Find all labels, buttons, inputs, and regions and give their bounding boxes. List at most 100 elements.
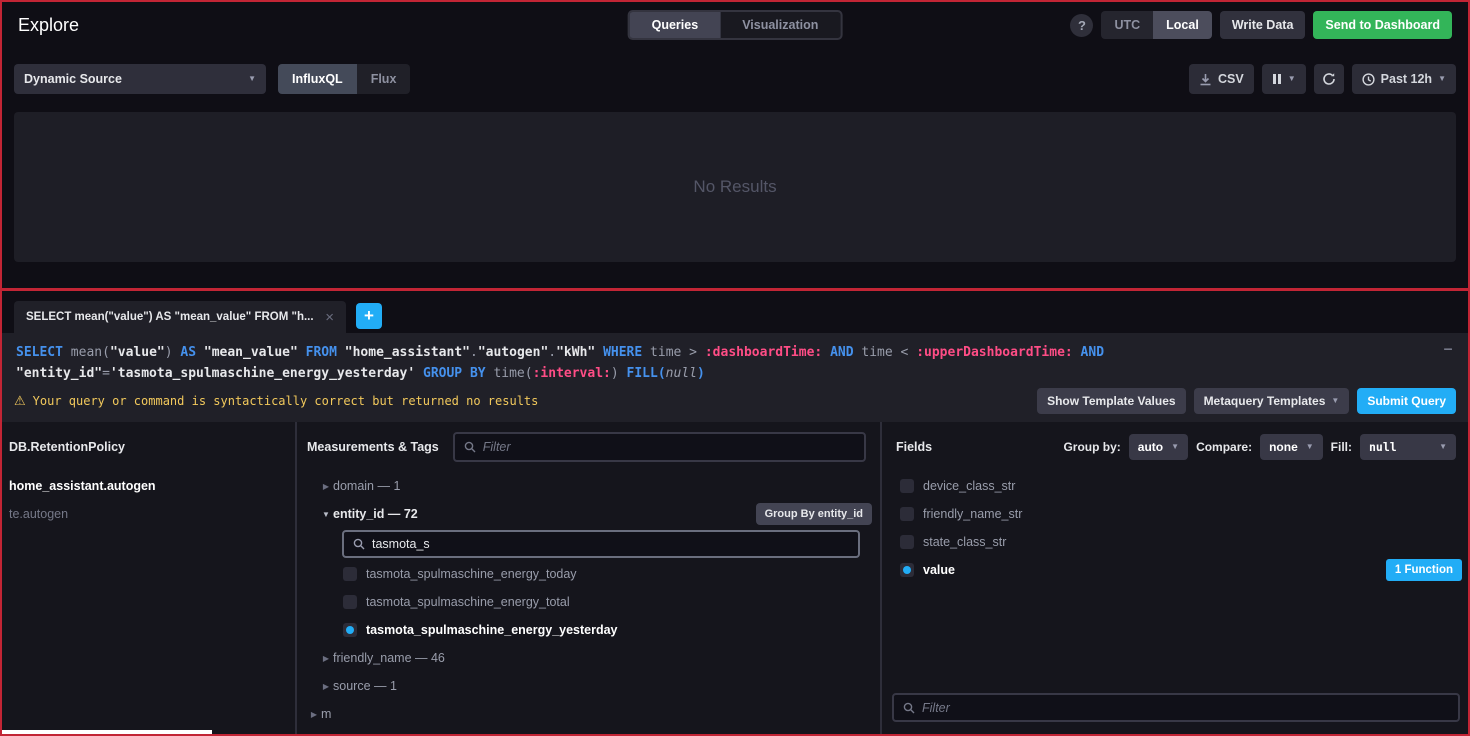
pause-refresh-dropdown[interactable]: ▼ [1261,64,1306,94]
fields-column-title: Fields [896,440,933,454]
db-column-title: DB.RetentionPolicy [9,440,125,454]
toolbar-right-actions: CSV ▼ Past 12h ▼ [1189,64,1456,94]
measurements-tree: ▶ domain — 1 ▼ entity_id — 72 Group By e… [297,472,880,734]
caret-down-icon: ▼ [322,509,330,519]
chevron-down-icon: ▼ [1439,442,1447,451]
show-template-values-button[interactable]: Show Template Values [1037,388,1186,414]
tag-key-domain[interactable]: ▶ domain — 1 [297,472,880,500]
checkbox-unchecked-icon[interactable] [343,567,357,581]
field-row[interactable]: friendly_name_str [882,500,1468,528]
write-data-button[interactable]: Write Data [1219,11,1306,39]
fill-dropdown[interactable]: null ▼ [1360,434,1456,460]
send-to-dashboard-button[interactable]: Send to Dashboard [1313,11,1452,39]
tag-value-row[interactable]: tasmota_spulmaschine_energy_today [297,560,880,588]
tag-key-label: domain — 1 [333,479,401,493]
query-warning: ⚠ Your query or command is syntactically… [14,394,538,409]
query-tab-bar: SELECT mean("value") AS "mean_value" FRO… [2,291,1468,333]
field-row[interactable]: state_class_str [882,528,1468,556]
tag-value-search [342,530,860,558]
search-icon [464,441,476,453]
tag-value-row[interactable]: tasmota_spulmaschine_energy_yesterday [297,616,880,644]
checkbox-unchecked-icon[interactable] [343,595,357,609]
checkbox-checked-icon[interactable] [900,563,914,577]
checkbox-unchecked-icon[interactable] [900,507,914,521]
fields-filter-input[interactable] [922,700,1449,715]
pause-icon [1272,74,1281,84]
submit-query-button[interactable]: Submit Query [1357,388,1456,414]
source-dropdown-label: Dynamic Source [24,72,122,86]
tag-value-search-input[interactable] [372,537,849,551]
db-retention-column: DB.RetentionPolicy home_assistant.autoge… [2,422,297,734]
caret-right-icon: ▶ [322,653,330,663]
local-button[interactable]: Local [1153,11,1212,39]
caret-right-icon: ▶ [310,709,318,719]
group-by-entity-id-button[interactable]: Group By entity_id [755,503,872,525]
fields-column: Fields Group by: auto ▼ Compare: none ▼ … [880,422,1468,734]
fill-label: Fill: [1330,440,1352,454]
influxql-tab[interactable]: InfluxQL [278,64,357,94]
tag-value-row[interactable]: tasmota_spulmaschine_energy_total [297,588,880,616]
chevron-down-icon: ▼ [1171,442,1180,451]
horizontal-scrollbar-thumb[interactable] [2,730,212,734]
group-by-value: auto [1137,440,1164,454]
time-range-dropdown[interactable]: Past 12h ▼ [1351,64,1456,94]
metaquery-templates-dropdown[interactable]: Metaquery Templates ▼ [1193,388,1350,414]
top-nav: Explore Queries Visualization ? UTC Loca… [2,2,1468,48]
group-by-dropdown[interactable]: auto ▼ [1128,434,1189,460]
field-row[interactable]: device_class_str [882,472,1468,500]
measurements-column-title: Measurements & Tags [307,440,439,454]
download-icon [1200,73,1211,85]
query-tab-label: SELECT mean("value") AS "mean_value" FRO… [26,311,314,323]
utc-button[interactable]: UTC [1101,11,1154,39]
chevron-down-icon: ▼ [248,74,256,83]
refresh-button[interactable] [1313,64,1344,94]
close-icon[interactable]: × [325,310,334,325]
add-query-button[interactable]: + [356,303,382,329]
tab-visualization[interactable]: Visualization [720,12,840,38]
query-editor-code[interactable]: SELECT mean("value") AS "mean_value" FRO… [16,342,1454,384]
page-title: Explore [18,14,80,35]
query-editor[interactable]: SELECT mean("value") AS "mean_value" FRO… [2,333,1468,388]
warning-icon: ⚠ [14,393,26,409]
metaquery-templates-label: Metaquery Templates [1203,394,1326,408]
fields-column-header: Fields Group by: auto ▼ Compare: none ▼ … [882,422,1468,472]
tag-key-friendly-name[interactable]: ▶ friendly_name — 46 [297,644,880,672]
tag-value-search-row [297,528,880,560]
flux-tab[interactable]: Flux [356,64,411,94]
checkbox-checked-icon[interactable] [343,623,357,637]
search-icon [353,538,365,550]
minimize-editor-icon[interactable]: — [1444,339,1452,360]
tag-key-entity-id[interactable]: ▼ entity_id — 72 Group By entity_id [297,500,880,528]
source-dropdown[interactable]: Dynamic Source ▼ [14,64,266,94]
chevron-down-icon: ▼ [1287,74,1296,83]
measurements-column-header: Measurements & Tags [297,422,880,472]
tag-key-source[interactable]: ▶ source — 1 [297,672,880,700]
chevron-down-icon: ▼ [1305,442,1314,451]
checkbox-unchecked-icon[interactable] [900,535,914,549]
db-item[interactable]: home_assistant.autogen [2,472,295,500]
tag-key-label: entity_id — 72 [333,507,418,521]
tag-value-label: tasmota_spulmaschine_energy_yesterday [366,623,618,637]
measurement-label: m [321,707,332,721]
measurements-filter [452,432,866,462]
caret-right-icon: ▶ [322,681,330,691]
function-count-badge[interactable]: 1 Function [1385,559,1462,581]
explore-page: Explore Queries Visualization ? UTC Loca… [0,0,1470,736]
measurements-filter-input[interactable] [482,440,855,454]
field-label: state_class_str [923,535,1007,549]
no-results-text: No Results [693,177,777,196]
tab-queries[interactable]: Queries [629,12,721,38]
help-icon[interactable]: ? [1070,13,1094,37]
fields-filter-row [892,693,1460,722]
warning-text: Your query or command is syntactically c… [32,394,539,408]
query-tab[interactable]: SELECT mean("value") AS "mean_value" FRO… [14,301,346,333]
checkbox-unchecked-icon[interactable] [900,479,914,493]
measurement-item[interactable]: ▶ m [297,700,880,728]
csv-download-button[interactable]: CSV [1189,64,1254,94]
compare-dropdown[interactable]: none ▼ [1260,434,1323,460]
field-row[interactable]: value 1 Function [882,556,1468,584]
db-item[interactable]: te.autogen [2,500,295,528]
compare-value: none [1269,440,1298,454]
fields-filter [892,693,1460,722]
top-nav-actions: ? UTC Local Write Data Send to Dashboard [1070,11,1452,39]
